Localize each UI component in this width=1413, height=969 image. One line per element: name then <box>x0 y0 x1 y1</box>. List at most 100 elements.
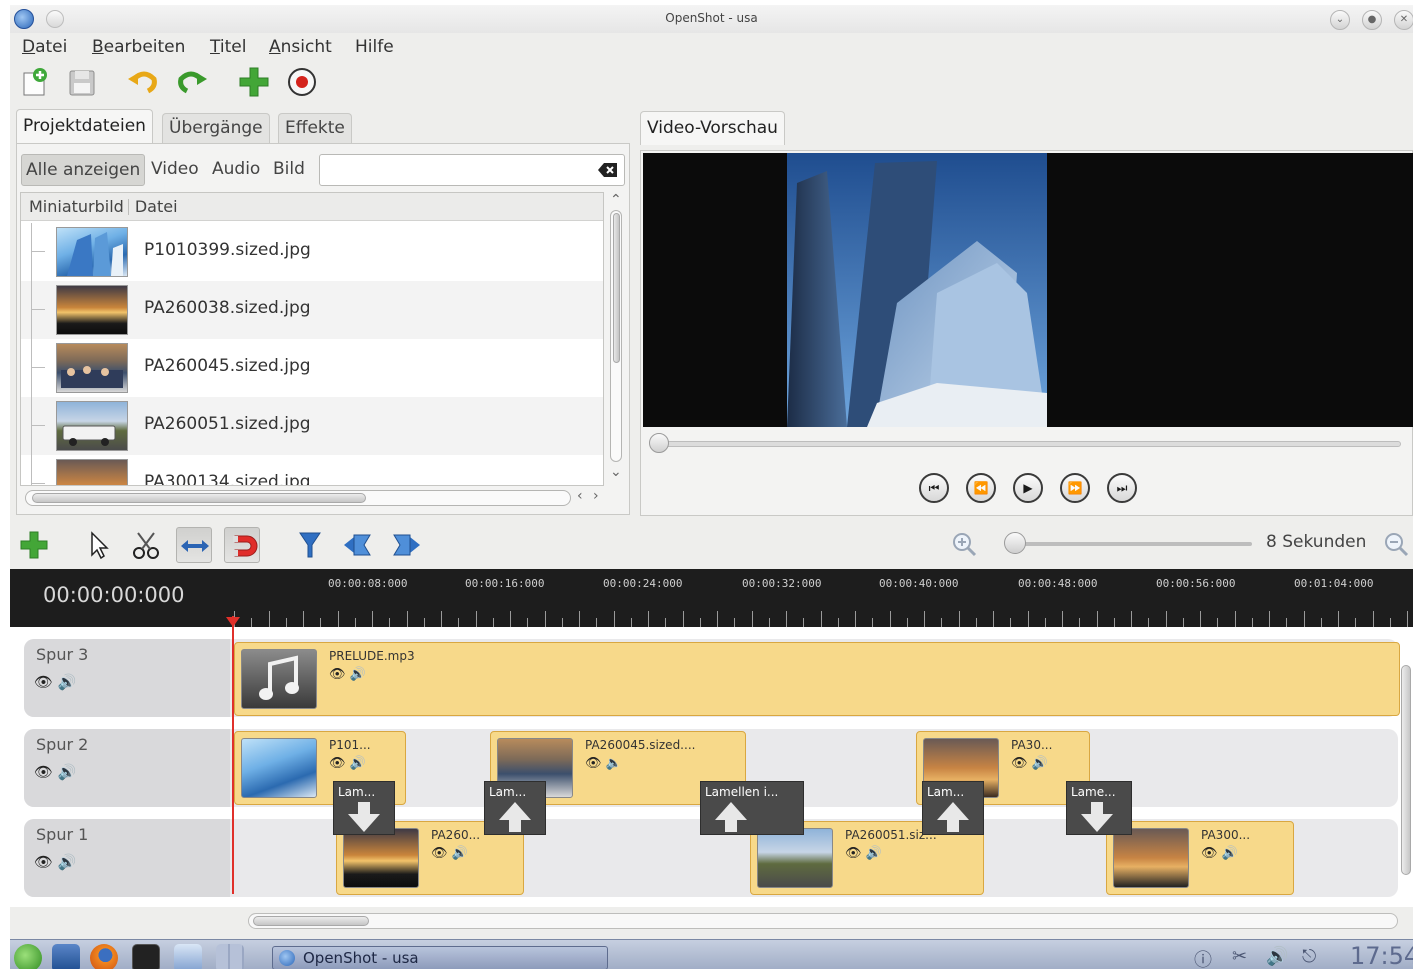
audio-speaker-icon[interactable]: 🔊 <box>1222 846 1238 861</box>
column-thumbnail[interactable]: Miniaturbild <box>29 197 124 216</box>
visibility-eye-icon[interactable]: 👁 <box>585 756 602 771</box>
menu-ansicht[interactable]: Ansicht <box>269 37 332 57</box>
visibility-eye-icon[interactable]: 👁 <box>1201 846 1218 861</box>
file-row[interactable]: P1010399.sized.jpg <box>21 223 603 281</box>
video-seek-slider[interactable] <box>651 441 1401 447</box>
filter-audio-button[interactable]: Audio <box>208 154 264 186</box>
scroll-down-icon[interactable]: ⌄ <box>610 464 622 480</box>
start-menu-icon[interactable] <box>14 944 42 969</box>
next-marker-icon[interactable] <box>388 527 424 563</box>
transition-clip[interactable]: Lame... <box>1066 781 1132 835</box>
audio-speaker-icon[interactable]: 🔊 <box>452 846 468 861</box>
previous-marker-icon[interactable] <box>340 527 376 563</box>
tab-projektdateien[interactable]: Projektdateien <box>16 109 153 143</box>
new-project-icon[interactable] <box>18 65 52 99</box>
column-file[interactable]: Datei <box>135 197 178 216</box>
firefox-icon[interactable] <box>90 944 118 969</box>
visibility-eye-icon[interactable]: 👁 <box>431 846 448 861</box>
scroll-right-icon[interactable]: › <box>593 488 599 504</box>
scroll-left-icon[interactable]: ‹ <box>577 488 583 504</box>
zoom-out-icon[interactable] <box>1380 527 1413 563</box>
save-icon[interactable] <box>65 65 99 99</box>
record-icon[interactable] <box>285 65 319 99</box>
play-icon[interactable]: ▶ <box>1013 473 1043 503</box>
audio-speaker-icon[interactable]: 🔊 <box>350 667 366 682</box>
undo-icon[interactable] <box>126 65 160 99</box>
show-desktop-icon[interactable] <box>52 944 80 969</box>
clipboard-scissors-icon[interactable]: ✂ <box>1232 946 1247 967</box>
transition-clip[interactable]: Lam... <box>484 781 546 835</box>
audio-muted-icon[interactable]: 🔈 <box>606 756 622 771</box>
visibility-eye-icon[interactable]: 👁 <box>34 673 53 691</box>
scroll-up-icon[interactable]: ⌃ <box>610 192 622 208</box>
file-row[interactable]: PA300134.sized.jpg <box>21 455 603 485</box>
zoom-slider-handle[interactable] <box>1004 532 1026 554</box>
file-row[interactable]: PA260038.sized.jpg <box>21 281 603 339</box>
menu-datei[interactable]: Datei <box>22 37 67 57</box>
add-files-icon[interactable] <box>237 65 271 99</box>
snapping-icon[interactable] <box>224 527 260 563</box>
tab-uebergaenge[interactable]: Übergänge <box>162 113 270 143</box>
video-seek-handle[interactable] <box>649 433 669 453</box>
track-header[interactable]: Spur 2 👁 🔊 <box>24 729 230 807</box>
audio-speaker-icon[interactable]: 🔊 <box>350 756 366 771</box>
audio-speaker-icon[interactable]: 🔊 <box>58 763 77 781</box>
maximize-button[interactable]: ● <box>1362 10 1382 30</box>
clock[interactable]: 17:54 <box>1350 942 1413 969</box>
close-button[interactable]: ✕ <box>1394 10 1413 30</box>
visibility-eye-icon[interactable]: 👁 <box>329 756 346 771</box>
visibility-eye-icon[interactable]: 👁 <box>845 846 862 861</box>
visibility-eye-icon[interactable]: 👁 <box>34 853 53 871</box>
track-header[interactable]: Spur 3 👁 🔊 <box>24 639 230 717</box>
menu-bearbeiten[interactable]: Bearbeiten <box>92 37 185 57</box>
filter-video-button[interactable]: Video <box>147 154 203 186</box>
timeline-clip-audio[interactable]: PRELUDE.mp3 👁 🔊 <box>234 642 1400 716</box>
timeline-clip[interactable]: PA300... 👁 🔊 <box>1106 821 1294 895</box>
add-track-icon[interactable] <box>16 527 52 563</box>
search-input[interactable] <box>319 154 625 186</box>
transition-clip[interactable]: Lam... <box>333 781 395 835</box>
jump-start-icon[interactable]: ⏮ <box>919 473 949 503</box>
resize-icon[interactable] <box>176 527 212 563</box>
file-row[interactable]: PA260045.sized.jpg <box>21 339 603 397</box>
audio-speaker-icon[interactable]: 🔊 <box>1032 756 1048 771</box>
filter-image-button[interactable]: Bild <box>269 154 309 186</box>
zoom-slider[interactable] <box>1008 542 1252 546</box>
timeline-ruler[interactable]: 00:00:00:000 00:00:08:000 00:00:16:000 0… <box>10 569 1413 627</box>
taskbar-openshot-window[interactable]: OpenShot - usa <box>272 946 608 969</box>
info-icon[interactable]: ⓘ <box>1194 946 1212 969</box>
timeline-horizontal-scrollbar[interactable] <box>248 913 1398 929</box>
fast-forward-icon[interactable]: ⏩ <box>1060 473 1090 503</box>
audio-speaker-icon[interactable]: 🔊 <box>866 846 882 861</box>
razor-icon[interactable] <box>128 527 164 563</box>
visibility-eye-icon[interactable]: 👁 <box>1011 756 1028 771</box>
visibility-eye-icon[interactable]: 👁 <box>34 763 53 781</box>
menu-hilfe[interactable]: Hilfe <box>355 37 394 57</box>
playhead-handle[interactable] <box>226 617 240 627</box>
transition-clip[interactable]: Lam... <box>922 781 984 835</box>
visibility-eye-icon[interactable]: 👁 <box>329 667 346 682</box>
terminal-icon[interactable] <box>132 944 160 969</box>
zoom-in-icon[interactable] <box>946 527 982 563</box>
file-row[interactable]: PA260051.sized.jpg <box>21 397 603 455</box>
file-manager-icon[interactable] <box>174 944 202 969</box>
audio-speaker-icon[interactable]: 🔊 <box>58 853 77 871</box>
tab-effekte[interactable]: Effekte <box>278 113 352 143</box>
clear-search-icon[interactable] <box>598 162 618 178</box>
redo-icon[interactable] <box>175 65 209 99</box>
marker-icon[interactable] <box>292 527 328 563</box>
tab-video-vorschau[interactable]: Video-Vorschau <box>640 111 785 145</box>
select-icon[interactable] <box>80 527 116 563</box>
playhead[interactable] <box>232 616 234 894</box>
audio-speaker-icon[interactable]: 🔊 <box>58 673 77 691</box>
jump-end-icon[interactable]: ⏭ <box>1107 473 1137 503</box>
pager-icon[interactable] <box>216 944 244 969</box>
minimize-button[interactable]: ⌄ <box>1330 10 1350 30</box>
rewind-icon[interactable]: ⏪ <box>966 473 996 503</box>
network-icon[interactable]: ⎋ <box>1302 946 1316 967</box>
file-list-vertical-scrollbar[interactable]: ⌃ ⌄ <box>607 192 625 486</box>
filter-all-button[interactable]: Alle anzeigen <box>21 154 146 186</box>
volume-icon[interactable]: 🔊 <box>1266 946 1288 967</box>
timeline-vertical-scrollbar[interactable] <box>1400 645 1413 897</box>
menu-titel[interactable]: Titel <box>210 37 246 57</box>
